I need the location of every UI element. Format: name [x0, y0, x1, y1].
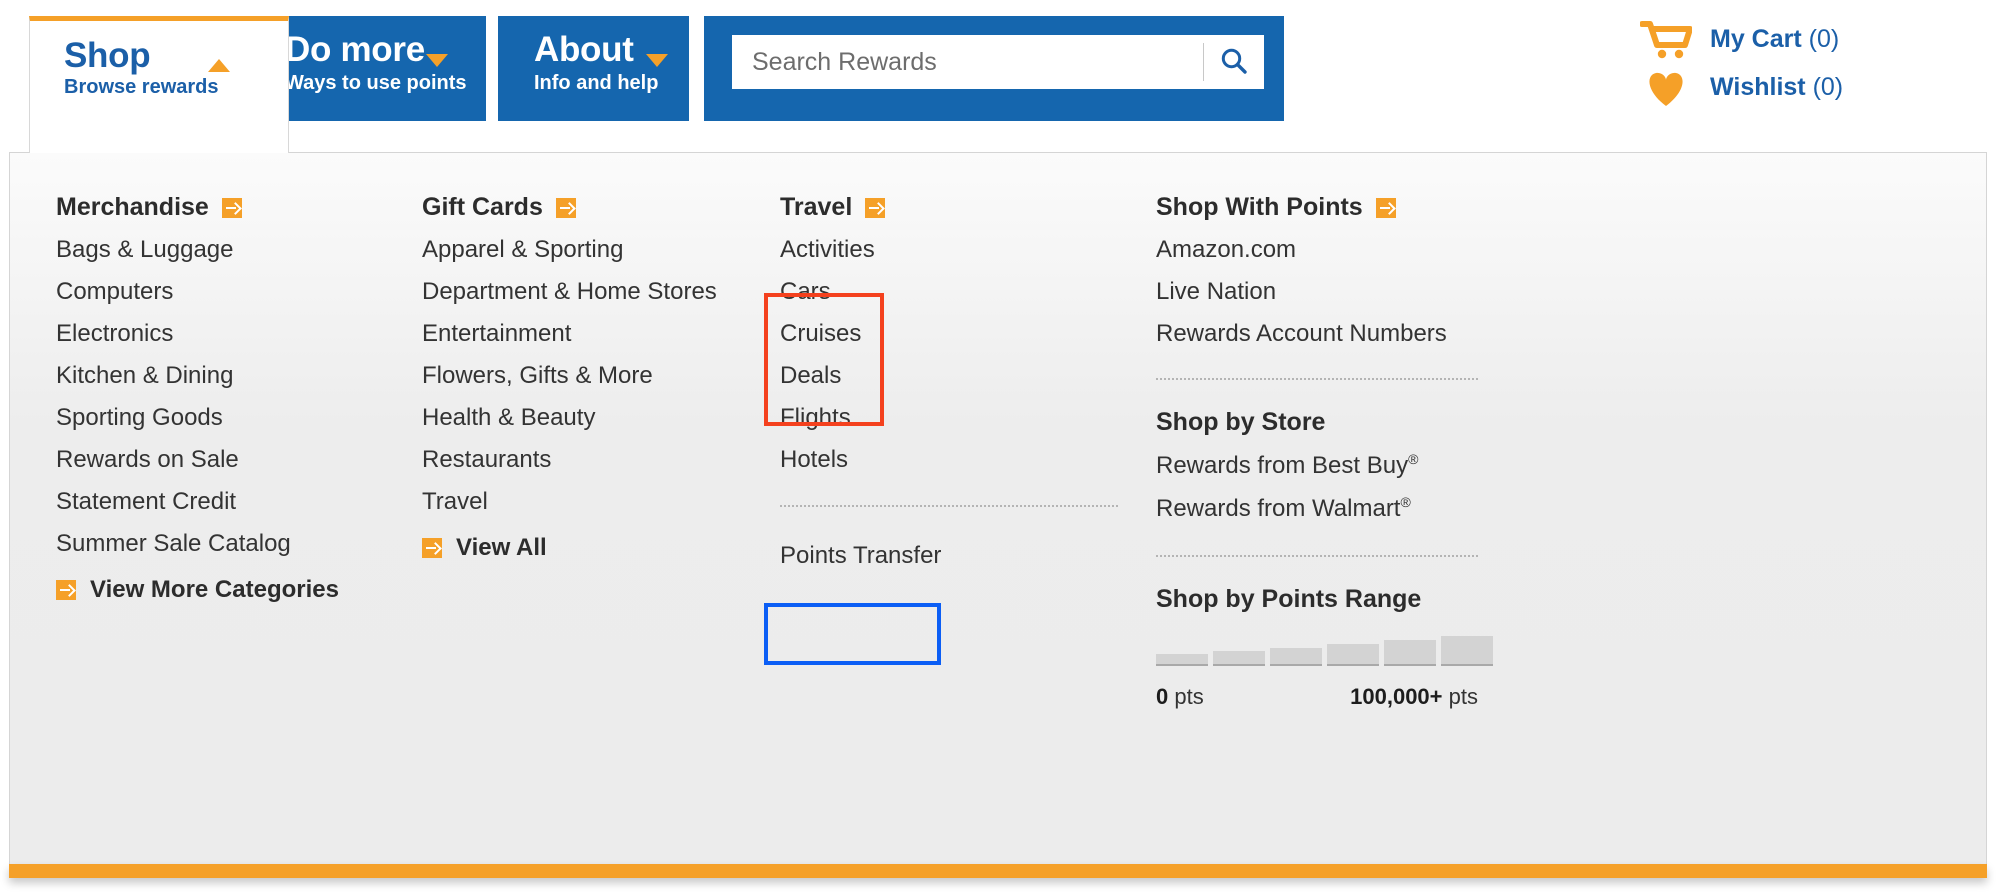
menu-item[interactable]: Travel [422, 488, 752, 516]
menu-item[interactable]: Rewards Account Numbers [1156, 320, 1756, 348]
registered-mark: ® [1400, 494, 1411, 510]
points-range-segment[interactable] [1384, 640, 1436, 666]
store-name: Rewards from Best Buy [1156, 452, 1409, 479]
shop-by-store-divider [1156, 555, 1478, 557]
search-icon [1219, 46, 1249, 79]
my-cart-label: My Cart (0) [1710, 24, 1840, 53]
registered-mark: ® [1408, 451, 1419, 467]
store-link[interactable]: Rewards from Walmart® [1156, 494, 1756, 523]
menu-item[interactable]: Amazon.com [1156, 236, 1756, 264]
menu-item[interactable]: Sporting Goods [56, 404, 386, 432]
menu-item[interactable]: Flowers, Gifts & More [422, 362, 752, 390]
account-links: My Cart (0) Wishlist (0) [1639, 14, 1980, 124]
points-range-segment[interactable] [1270, 648, 1322, 666]
search-box [732, 35, 1264, 89]
menu-item[interactable]: Computers [56, 278, 386, 306]
points-range-segment[interactable] [1156, 654, 1208, 666]
menu-item[interactable]: Live Nation [1156, 278, 1756, 306]
arrow-right-square-icon [422, 538, 442, 558]
tab-do-more-subtitle: Ways to use points [285, 72, 467, 94]
menu-item[interactable]: Entertainment [422, 320, 752, 348]
tab-about[interactable]: About Info and help [498, 16, 689, 121]
menu-item[interactable]: Statement Credit [56, 488, 386, 516]
menu-item[interactable]: Bags & Luggage [56, 236, 386, 264]
menu-column-gift-cards: Gift Cards Apparel & Sporting Department … [422, 153, 752, 562]
my-cart-count: (0) [1808, 24, 1840, 53]
shop-with-points-divider [1156, 378, 1478, 380]
menu-item[interactable]: Electronics [56, 320, 386, 348]
arrow-right-square-icon [1375, 197, 1396, 218]
tab-about-subtitle: Info and help [534, 72, 659, 94]
arrow-right-square-icon [56, 580, 76, 600]
shop-with-points-heading[interactable]: Shop With Points [1156, 193, 1756, 222]
menu-item[interactable]: Rewards on Sale [56, 446, 386, 474]
travel-divider [780, 505, 1118, 507]
points-range-segment[interactable] [1213, 651, 1265, 666]
tab-shop[interactable]: Shop Browse rewards [29, 16, 289, 153]
caret-up-icon [208, 59, 230, 72]
shop-by-store-heading: Shop by Store [1156, 408, 1326, 436]
menu-column-shop-with-points: Shop With Points Amazon.com Live Nation Re… [1156, 153, 1756, 710]
tab-about-title: About [534, 30, 634, 69]
menu-column-merchandise: Merchandise Bags & Luggage Computers Elect… [56, 153, 386, 604]
my-cart-link[interactable]: My Cart (0) [1639, 20, 1840, 59]
menu-item[interactable]: Cars [780, 278, 1140, 306]
merchandise-item-list: Bags & Luggage Computers Electronics Kitche… [56, 236, 386, 558]
points-range-min: 0 pts [1156, 684, 1204, 709]
menu-column-travel: Travel Activities Cars Cruises Deals Flights… [780, 153, 1140, 570]
store-link[interactable]: Rewards from Best Buy® [1156, 451, 1756, 480]
points-range-slider[interactable] [1156, 636, 1756, 666]
points-range-labels: 0 pts 100,000+ pts [1156, 684, 1478, 710]
shop-by-store-list: Rewards from Best Buy® Rewards from Walma… [1156, 451, 1756, 523]
merchandise-heading[interactable]: Merchandise [56, 193, 386, 222]
menu-item[interactable]: Deals [780, 362, 1140, 390]
travel-heading[interactable]: Travel [780, 193, 1140, 222]
menu-item[interactable]: Department & Home Stores [422, 278, 752, 306]
view-more-categories-link[interactable]: View More Categories [56, 576, 386, 604]
search-container [704, 16, 1284, 121]
arrow-right-square-icon [221, 197, 242, 218]
points-transfer-highlight-box [764, 603, 941, 665]
points-transfer-link[interactable]: Points Transfer [780, 542, 1140, 570]
arrow-right-square-icon [555, 197, 576, 218]
site-header: Shop Browse rewards Do more Ways to use … [0, 0, 1996, 153]
wishlist-label: Wishlist (0) [1710, 72, 1844, 101]
shop-by-points-range-heading: Shop by Points Range [1156, 585, 1422, 613]
caret-down-icon [646, 54, 668, 67]
menu-item[interactable]: Kitchen & Dining [56, 362, 386, 390]
view-all-link[interactable]: View All [422, 534, 752, 562]
panel-bottom-bar [9, 864, 1987, 878]
menu-item[interactable]: Apparel & Sporting [422, 236, 752, 264]
points-range-segment[interactable] [1441, 636, 1493, 666]
tab-shop-title: Shop [64, 36, 151, 75]
wishlist-count: (0) [1812, 72, 1844, 101]
points-range-max: 100,000+ pts [1350, 684, 1478, 709]
menu-item[interactable]: Restaurants [422, 446, 752, 474]
menu-item[interactable]: Activities [780, 236, 1140, 264]
caret-down-icon [426, 54, 448, 67]
shop-mega-menu-panel: Merchandise Bags & Luggage Computers Elect… [9, 152, 1987, 864]
heart-icon [1640, 68, 1692, 106]
travel-item-list: Activities Cars Cruises Deals Flights Hotels [780, 236, 1140, 474]
gift-cards-heading[interactable]: Gift Cards [422, 193, 752, 222]
wishlist-link[interactable]: Wishlist (0) [1640, 68, 1843, 106]
tab-do-more-title: Do more [285, 30, 425, 69]
points-range-segment[interactable] [1327, 644, 1379, 666]
menu-item[interactable]: Summer Sale Catalog [56, 530, 386, 558]
tab-shop-subtitle: Browse rewards [64, 76, 219, 98]
rewards-shop-page: Shop Browse rewards Do more Ways to use … [0, 0, 1996, 896]
search-input[interactable] [732, 36, 1203, 88]
menu-item[interactable]: Flights [780, 404, 1140, 432]
menu-item[interactable]: Hotels [780, 446, 1140, 474]
store-name: Rewards from Walmart [1156, 495, 1401, 522]
arrow-right-square-icon [865, 197, 886, 218]
search-submit-button[interactable] [1204, 36, 1264, 88]
shop-with-points-item-list: Amazon.com Live Nation Rewards Account Num… [1156, 236, 1756, 348]
menu-item[interactable]: Cruises [780, 320, 1140, 348]
menu-item[interactable]: Health & Beauty [422, 404, 752, 432]
gift-cards-item-list: Apparel & Sporting Department & Home Stor… [422, 236, 752, 516]
shopping-cart-icon [1639, 20, 1693, 59]
